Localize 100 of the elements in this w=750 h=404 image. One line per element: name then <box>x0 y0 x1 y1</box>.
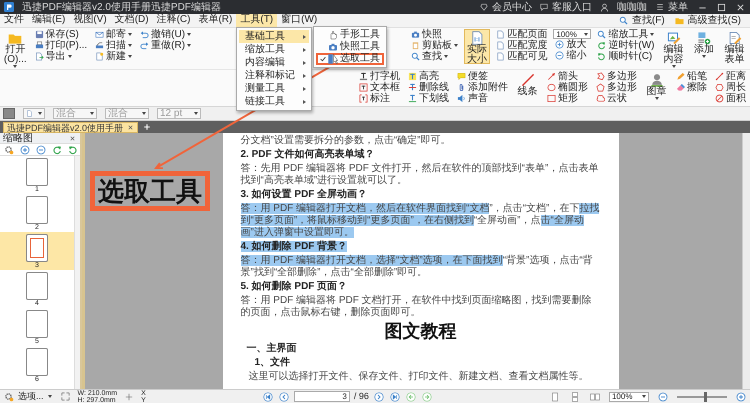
ribbon-button[interactable]: 添加 <box>690 29 718 64</box>
maximize-button[interactable] <box>716 2 727 12</box>
ribbon-button[interactable]: 面积 <box>713 93 748 104</box>
zoom-slider-thumb[interactable] <box>704 392 708 402</box>
menu-button[interactable]: 菜单 <box>655 0 689 14</box>
close-button[interactable] <box>735 2 746 12</box>
zoom-out-button[interactable] <box>35 144 47 156</box>
menu-item[interactable]: 测量工具 <box>239 82 309 95</box>
ribbon-button[interactable]: 顺时针(C) <box>595 51 656 62</box>
menu-item[interactable]: 注释(C) <box>152 14 194 28</box>
menu-item[interactable]: 表单(R) <box>194 14 236 28</box>
facing-pages-button[interactable] <box>588 390 601 402</box>
dropdown-field[interactable] <box>23 108 45 119</box>
zoom-out-button[interactable] <box>656 390 669 402</box>
zoom-in-button[interactable] <box>734 390 747 402</box>
options-button[interactable]: 选项... <box>3 390 53 402</box>
back-button[interactable] <box>404 390 417 402</box>
settings-button[interactable] <box>3 144 15 156</box>
rotate-left-button[interactable] <box>51 144 63 156</box>
zoom-select[interactable]: 100% <box>553 29 592 39</box>
zoom-in-button[interactable] <box>19 144 31 156</box>
scrollbar[interactable] <box>74 156 80 389</box>
ribbon-button[interactable]: 图章 <box>643 71 670 106</box>
ribbon-button[interactable]: 实际大小 <box>464 29 490 64</box>
menu-item[interactable]: 注释和标记 <box>239 69 309 82</box>
menu-item[interactable]: 视图(V) <box>69 14 111 28</box>
zoom-select[interactable]: 100% <box>608 392 649 402</box>
ribbon-button[interactable]: 线条 <box>514 71 541 106</box>
color-swatch[interactable] <box>3 108 15 119</box>
ribbon-button[interactable]: 匹配可见 <box>494 51 550 62</box>
scrollbar[interactable] <box>742 133 750 389</box>
ribbon-button[interactable]: 擦除 <box>674 82 709 93</box>
ribbon-button[interactable]: 距离 <box>713 71 748 82</box>
checkmark-icon <box>320 55 326 63</box>
ribbon-button[interactable]: 文本框 <box>357 82 402 93</box>
ribbon-button[interactable]: 多边形 <box>594 82 639 93</box>
ribbon-button[interactable]: 剪贴板 <box>408 40 460 51</box>
ribbon-button[interactable]: 查找 <box>408 51 460 62</box>
ribbon-button[interactable]: 打印(P)... <box>32 40 90 51</box>
previous-page-button[interactable] <box>278 390 290 402</box>
menu-item[interactable]: 选取工具 <box>316 53 384 65</box>
ribbon-button[interactable]: 周长 <box>713 82 748 93</box>
menu-item[interactable]: 文件 <box>0 14 28 28</box>
ribbon-button[interactable]: 缩放工具 <box>595 29 656 40</box>
ribbon-button[interactable]: 声音 <box>455 93 510 104</box>
ribbon-button[interactable]: 匹配宽度 <box>494 40 550 51</box>
ribbon-button[interactable]: 重做(R) <box>138 40 194 51</box>
menu-item[interactable]: 缩放工具 <box>239 43 309 56</box>
last-page-button[interactable] <box>388 390 401 402</box>
ribbon-button[interactable]: 下划线 <box>406 93 451 104</box>
ribbon-button[interactable]: 匹配页面 <box>494 29 550 40</box>
document-tab[interactable]: 迅捷PDF编辑器v2.0使用手册 <box>3 122 138 133</box>
page-number-field[interactable]: 3 <box>294 391 350 402</box>
ribbon-button[interactable]: 多边形 <box>594 71 639 82</box>
ribbon-button[interactable]: 新建 <box>93 51 134 62</box>
search-button[interactable]: 高级查找(S) <box>674 14 742 27</box>
ribbon-button[interactable]: 编辑内容 <box>660 29 687 64</box>
user-name[interactable]: 咖咖咖 <box>617 2 647 12</box>
ribbon-button[interactable]: 扫描 <box>93 40 134 51</box>
ribbon-button[interactable]: 打字机 <box>357 71 402 82</box>
menu-item[interactable]: 文档(D) <box>110 14 153 28</box>
ribbon-button[interactable]: 云状 <box>594 93 639 104</box>
ribbon-button[interactable]: 便签 <box>455 71 510 82</box>
ribbon-button[interactable]: 保存(S) <box>32 29 90 40</box>
header-link[interactable]: 客服入口 <box>540 2 592 12</box>
ribbon-button[interactable]: 椭圆形 <box>545 82 590 93</box>
search-button[interactable]: 查找(F) <box>618 14 666 27</box>
new-tab-button[interactable] <box>142 122 152 132</box>
ribbon-button[interactable]: 标注 <box>357 93 402 104</box>
menu-item[interactable]: 窗口(W) <box>277 14 322 28</box>
rotate-right-button[interactable] <box>67 144 79 156</box>
ribbon-button[interactable]: 打开(O)... <box>2 29 28 64</box>
header-link[interactable]: 会员中心 <box>480 2 532 12</box>
menu-item[interactable]: 编辑(E) <box>28 14 70 28</box>
next-page-button[interactable] <box>372 390 385 402</box>
ribbon-button[interactable]: 逆时针(W) <box>595 40 656 51</box>
ribbon-button[interactable]: 放大 <box>553 39 592 50</box>
ribbon-button[interactable]: 箭头 <box>545 71 590 82</box>
menu-item[interactable]: 快照工具 <box>316 41 384 53</box>
ribbon-button[interactable]: 邮寄 <box>93 29 134 40</box>
forward-button[interactable] <box>420 390 433 402</box>
ribbon-button[interactable]: 矩形 <box>545 93 590 104</box>
ribbon-button[interactable]: 缩小 <box>553 50 592 61</box>
ribbon-button[interactable]: 铅笔 <box>674 71 709 82</box>
ribbon-button[interactable]: 撤销(U) <box>138 29 194 40</box>
menu-item[interactable]: 链接工具 <box>239 95 309 108</box>
menu-item[interactable]: 内容编辑 <box>239 56 309 69</box>
menu-item[interactable]: 手形工具 <box>316 29 384 41</box>
menu-item[interactable]: 基础工具 <box>239 30 309 43</box>
ribbon-button[interactable]: 导出 <box>32 51 90 62</box>
ribbon-button[interactable]: 高亮 <box>406 71 451 82</box>
ribbon-button[interactable]: 快照 <box>408 29 460 40</box>
ellipse-icon <box>547 83 556 92</box>
eraser-icon <box>676 83 685 92</box>
ribbon-button[interactable]: 编辑表单 <box>721 29 748 64</box>
first-page-button[interactable] <box>262 390 274 402</box>
menu-item[interactable]: 工具(T) <box>236 14 278 28</box>
close-button[interactable] <box>68 134 77 142</box>
ribbon-button[interactable]: 删除线 <box>406 82 451 93</box>
ribbon-button[interactable]: 添加附件 <box>455 82 510 93</box>
